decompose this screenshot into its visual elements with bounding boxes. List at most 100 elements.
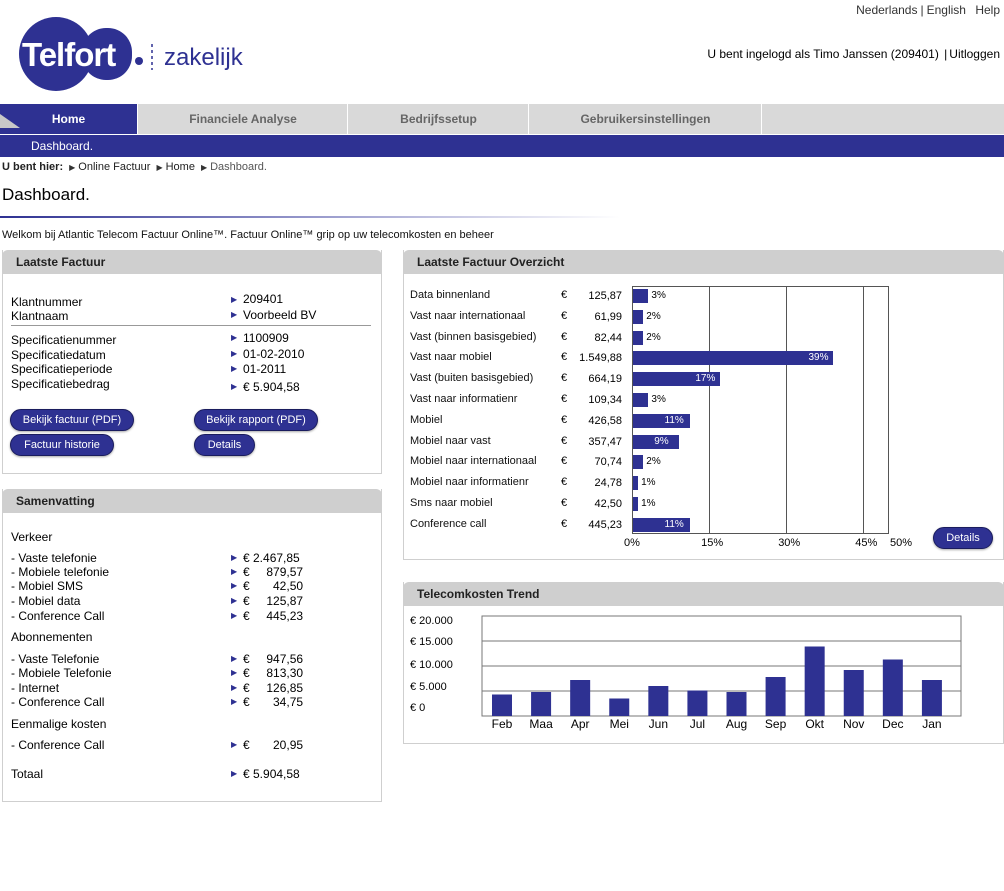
tab-gebruikersinstellingen-label: Gebruikersinstellingen — [580, 112, 711, 126]
overzicht-details-button[interactable]: Details — [933, 527, 993, 549]
verkeer-heading: Verkeer — [11, 530, 53, 544]
abonnement-item-label: - Vaste Telefonie — [11, 652, 100, 666]
trend-bar — [570, 680, 591, 716]
factuur-historie-button[interactable]: Factuur historie — [10, 434, 114, 456]
help-link[interactable]: Help — [975, 3, 1000, 17]
lang-nederlands-link[interactable]: Nederlands — [856, 3, 917, 17]
logout-link[interactable]: Uitloggen — [949, 47, 1000, 61]
trend-bar — [531, 692, 552, 716]
welcome-text: Welkom bij Atlantic Telecom Factuur Onli… — [2, 229, 494, 241]
overzicht-bar-label: 1% — [641, 477, 656, 489]
trend-bar — [726, 692, 747, 716]
samenvatting-panel: Samenvatting Verkeer - Vaste telefonie ▶ € … — [2, 489, 382, 802]
trend-bar — [648, 686, 669, 716]
tab-financiele-analyse-label: Financiele Analyse — [189, 112, 297, 126]
overzicht-category-label: Vast (buiten basisgebied) — [410, 372, 534, 385]
overzicht-amount: 42,50 — [594, 498, 622, 510]
overzicht-x-tick: 15% — [701, 537, 724, 549]
telecomkosten-trend-chart: € 20.000 € 15.000 € 10.000 € 5.000 € 0 Feb Maa… — [410, 615, 962, 731]
abonnement-item-label: - Mobiele Telefonie — [11, 666, 112, 680]
bullet-arrow-icon: ▶ — [231, 349, 238, 358]
overzicht-amount: 125,87 — [588, 290, 622, 302]
title-divider — [0, 216, 620, 218]
overzicht-amount: 24,78 — [594, 477, 622, 490]
overzicht-category-label: Vast naar mobiel — [410, 351, 492, 364]
overzicht-amount: 426,58 — [588, 414, 622, 427]
tab-financiele-analyse[interactable]: Financiele Analyse — [139, 104, 348, 134]
trend-x-tick: Jul — [690, 717, 705, 731]
specificatieperiode-label: Specificatieperiode — [11, 362, 113, 376]
overzicht-category-label: Vast naar informatienr — [410, 393, 518, 405]
bekijk-rapport-button[interactable]: Bekijk rapport (PDF) — [194, 409, 318, 431]
bullet-arrow-icon: ▶ — [231, 683, 238, 692]
bullet-arrow-icon: ▶ — [231, 596, 238, 605]
eenmalige-kosten-heading: Eenmalige kosten — [11, 717, 107, 731]
bullet-arrow-icon: ▶ — [231, 769, 238, 778]
overzicht-category-label: Mobiel — [410, 413, 443, 426]
overzicht-amount: 109,34 — [588, 394, 622, 406]
klantnaam-value: Voorbeeld BV — [243, 308, 317, 322]
abonnement-item-value: € 947,56 — [243, 652, 304, 666]
overzicht-category-label: Vast (binnen basisgebied) — [410, 330, 537, 343]
overzicht-bar-label: 1% — [641, 498, 656, 509]
logged-in-text: U bent ingelogd als Timo Janssen (209401… — [707, 47, 939, 61]
subnav-dashboard[interactable]: Dashboard. — [31, 139, 93, 153]
overzicht-bar — [633, 476, 639, 491]
overzicht-amount: 664,19 — [588, 373, 622, 386]
eenmalig-item-label: - Conference Call — [11, 738, 105, 752]
telecomkosten-trend-panel: Telecomkosten Trend € 20.000 € 15.000 € 10… — [403, 582, 1004, 744]
login-status: U bent ingelogd als Timo Janssen (209401… — [707, 47, 1000, 61]
verkeer-item-label: - Mobiel data — [11, 594, 81, 608]
totaal-value: € 5.904,58 — [243, 767, 300, 781]
bullet-arrow-icon: ▶ — [231, 697, 238, 706]
telfort-logo[interactable]: Telfort zakelijk — [18, 16, 258, 94]
trend-bar — [843, 670, 864, 716]
tab-bedrijfssetup[interactable]: Bedrijfssetup — [349, 104, 529, 134]
trend-y-tick: € 15.000 — [410, 636, 453, 648]
breadcrumb-home[interactable]: Home — [166, 161, 195, 173]
overzicht-bar-label: 9% — [654, 435, 669, 447]
overzicht-x-tick: 45% — [855, 537, 878, 549]
verkeer-item-value: € 879,57 — [243, 565, 304, 579]
verkeer-item-label: - Vaste telefonie — [11, 551, 97, 565]
overzicht-bar — [633, 455, 644, 470]
trend-bar — [921, 680, 942, 716]
abonnementen-heading: Abonnementen — [11, 630, 93, 644]
overzicht-bar-label: 2% — [646, 331, 661, 343]
tab-bedrijfssetup-label: Bedrijfssetup — [400, 112, 477, 126]
trend-x-tick: Dec — [882, 717, 903, 731]
overzicht-amount: 357,47 — [588, 435, 622, 448]
trend-x-tick: Maa — [529, 717, 553, 731]
verkeer-item-value: € 2.467,85 — [243, 551, 300, 565]
overzicht-plot-area — [632, 286, 889, 534]
overzicht-category-label: Vast naar internationaal — [410, 309, 526, 322]
trend-x-tick: Apr — [571, 717, 590, 731]
bullet-arrow-icon: ▶ — [231, 310, 238, 319]
overzicht-amount: 61,99 — [594, 310, 622, 323]
trend-x-tick: Okt — [805, 717, 824, 731]
lang-english-link[interactable]: English — [927, 3, 966, 17]
overzicht-bar — [633, 393, 649, 407]
trend-x-tick: Nov — [843, 717, 864, 731]
breadcrumb-online-factuur[interactable]: Online Factuur — [78, 161, 150, 173]
overzicht-category-label: Mobiel naar internationaal — [410, 455, 537, 468]
tab-gebruikersinstellingen[interactable]: Gebruikersinstellingen — [530, 104, 762, 134]
eenmalig-item-value: € 20,95 — [243, 738, 304, 752]
specificatienummer-value: 1100909 — [243, 331, 289, 345]
overzicht-amount: 1.549,88 — [579, 352, 622, 365]
abonnement-item-value: € 813,30 — [243, 666, 304, 680]
factuur-details-button[interactable]: Details — [194, 434, 255, 456]
overzicht-bar-label: 2% — [646, 456, 661, 468]
specificatiebedrag-value: € 5.904,58 — [243, 380, 300, 394]
overzicht-amount: 70,74 — [594, 456, 622, 469]
overzicht-gridline — [786, 286, 788, 534]
verkeer-item-label: - Mobiele telefonie — [11, 565, 110, 579]
breadcrumb-prefix: U bent hier: — [2, 161, 64, 173]
specificatiebedrag-label: Specificatiebedrag — [11, 377, 110, 391]
bekijk-factuur-button[interactable]: Bekijk factuur (PDF) — [10, 409, 134, 431]
overzicht-amount: 445,23 — [588, 518, 622, 531]
overzicht-x-tick: 0% — [624, 537, 640, 549]
logo-brand-text: Telfort — [22, 36, 116, 73]
klantnummer-label: Klantnummer — [11, 295, 83, 309]
tab-home[interactable]: Home — [0, 104, 138, 134]
